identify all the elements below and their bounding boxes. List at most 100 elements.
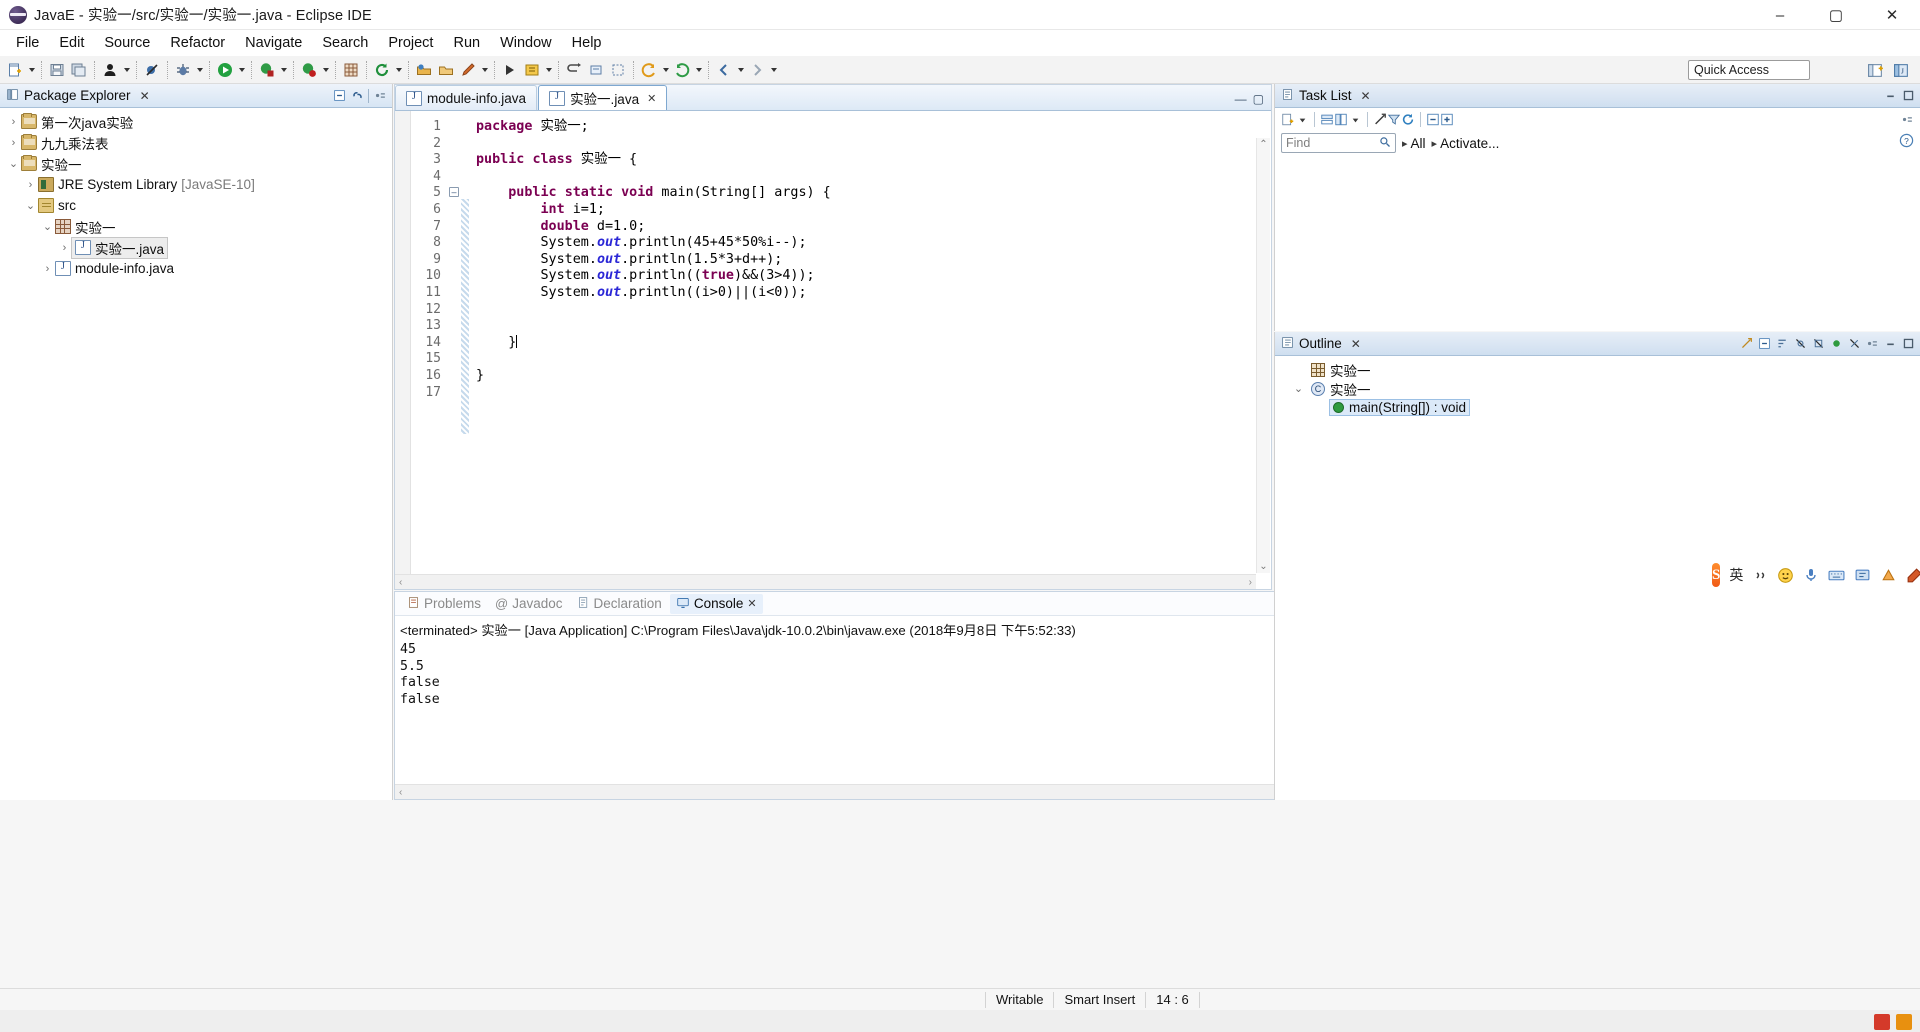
editor-folding-column[interactable]: –: [447, 111, 461, 589]
package-explorer-tree[interactable]: › 第一次java实验 › 九九乘法表 ⌄ 实验一 › JRE System Library[…: [0, 108, 392, 279]
debug-dropdown-icon[interactable]: [194, 59, 205, 81]
open-resource-button[interactable]: [435, 59, 457, 81]
run-external-tools-button[interactable]: [256, 59, 278, 81]
nav-back-button[interactable]: [713, 59, 735, 81]
minimize-icon[interactable]: [1883, 89, 1897, 103]
chevron-right-icon[interactable]: ›: [57, 242, 72, 254]
code-line[interactable]: public class 实验一 {: [476, 152, 1271, 169]
settings-icon[interactable]: [1906, 567, 1920, 584]
maximize-icon[interactable]: [1901, 337, 1915, 351]
smiley-icon[interactable]: [1777, 567, 1794, 584]
editor-scroll-down-icon[interactable]: ⌄: [1257, 561, 1270, 572]
refresh-dropdown-icon[interactable]: [393, 59, 404, 81]
collapse-all-icon[interactable]: [1757, 337, 1771, 351]
focus-icon[interactable]: [1373, 113, 1387, 127]
menu-item-help[interactable]: Help: [562, 32, 612, 54]
hide-nonpublic-icon[interactable]: [1829, 337, 1843, 351]
new-package-button[interactable]: [340, 59, 362, 81]
editor-annotation-ruler[interactable]: [395, 111, 411, 589]
chevron-down-icon[interactable]: ⌄: [40, 220, 55, 233]
new-task-icon[interactable]: [1281, 113, 1295, 127]
collapse-all-icon[interactable]: [1426, 113, 1440, 127]
save-all-button[interactable]: [68, 59, 90, 81]
console-tab-close-icon[interactable]: ✕: [747, 597, 756, 610]
maximize-button[interactable]: ▢: [1808, 0, 1864, 30]
presentation-dropdown-icon[interactable]: [1348, 113, 1362, 127]
focus-icon[interactable]: [1739, 337, 1753, 351]
expand-all-icon[interactable]: [1440, 113, 1454, 127]
tree-item[interactable]: ⌄ 实验一: [0, 216, 392, 237]
maximize-icon[interactable]: [1901, 89, 1915, 103]
forward-button[interactable]: [671, 59, 693, 81]
tree-item[interactable]: › module-info.java: [0, 258, 392, 279]
outline-close-icon[interactable]: ✕: [1351, 337, 1361, 351]
editor-tab[interactable]: module-info.java: [395, 85, 538, 110]
search-button[interactable]: [457, 59, 479, 81]
editor-scroll-right-icon[interactable]: ›: [1249, 577, 1252, 588]
console-tab-console[interactable]: Console ✕: [669, 593, 763, 614]
code-line[interactable]: }: [476, 368, 1271, 385]
code-line[interactable]: [476, 385, 1271, 402]
run-config-dropdown-icon[interactable]: [320, 59, 331, 81]
outline-item[interactable]: ⌄ 实验一: [1275, 379, 1920, 398]
chevron-right-icon[interactable]: ›: [6, 137, 21, 149]
editor-source-code[interactable]: package 实验一; public class 实验一 { public s…: [412, 111, 1271, 589]
link-with-editor-icon[interactable]: [350, 89, 364, 103]
outline-tree[interactable]: 实验一 ⌄ 实验一 main(String[]) : void: [1275, 356, 1920, 417]
fold-toggle-icon[interactable]: –: [449, 187, 459, 198]
java-perspective-button[interactable]: J: [1890, 59, 1912, 81]
activate-chip[interactable]: ▸ Activate...: [1432, 136, 1500, 151]
console-tab-declaration[interactable]: Declaration: [571, 594, 668, 614]
code-editor-area[interactable]: 1 2 3 4 5 6 7 8 9 10 11 12 13 14 15 16 17 – package 实验一;…: [395, 111, 1271, 589]
hide-static-icon[interactable]: [1811, 337, 1825, 351]
categorize-icon[interactable]: [1320, 113, 1334, 127]
back-dropdown-icon[interactable]: [660, 59, 671, 81]
comma-icon[interactable]: [1752, 567, 1768, 583]
previous-edit-button[interactable]: [563, 59, 585, 81]
person-dropdown-icon[interactable]: [121, 59, 132, 81]
code-line[interactable]: public static void main(String[] args) {: [476, 185, 1271, 202]
search-icon[interactable]: [1379, 136, 1391, 151]
menu-item-project[interactable]: Project: [378, 32, 443, 54]
menu-item-refactor[interactable]: Refactor: [160, 32, 235, 54]
forward-dropdown-icon[interactable]: [693, 59, 704, 81]
skip-breakpoints-button[interactable]: [141, 59, 163, 81]
close-button[interactable]: ✕: [1864, 0, 1920, 30]
collapse-all-icon[interactable]: [332, 89, 346, 103]
filter-icon[interactable]: [1387, 113, 1401, 127]
keyboard-icon[interactable]: [1828, 567, 1845, 584]
mark-occurrences-button[interactable]: [585, 59, 607, 81]
menu-item-file[interactable]: File: [6, 32, 49, 54]
menu-item-window[interactable]: Window: [490, 32, 562, 54]
ime-toolbar[interactable]: S 英: [1712, 560, 1920, 590]
menu-item-navigate[interactable]: Navigate: [235, 32, 312, 54]
person-button[interactable]: [99, 59, 121, 81]
refresh-button[interactable]: [371, 59, 393, 81]
editor-tab-close-icon[interactable]: ✕: [647, 92, 656, 105]
chevron-right-icon[interactable]: ›: [40, 263, 55, 275]
quick-access-input[interactable]: Quick Access: [1688, 60, 1810, 80]
debug-button[interactable]: [172, 59, 194, 81]
code-line[interactable]: package 实验一;: [476, 119, 1271, 136]
code-line[interactable]: System.out.println(1.5*3+d++);: [476, 252, 1271, 269]
tree-item[interactable]: › JRE System Library [JavaSE-10]: [0, 174, 392, 195]
find-input[interactable]: Find: [1281, 133, 1396, 153]
last-edit-location-button[interactable]: [499, 59, 521, 81]
run-dropdown-icon[interactable]: [236, 59, 247, 81]
code-line[interactable]: double d=1.0;: [476, 219, 1271, 236]
nav-forward-button[interactable]: [746, 59, 768, 81]
run-button[interactable]: [214, 59, 236, 81]
menu-item-source[interactable]: Source: [94, 32, 160, 54]
synchronize-icon[interactable]: [1401, 113, 1415, 127]
editor-vertical-scrollbar[interactable]: ⌃ ⌄: [1256, 138, 1270, 573]
mic-icon[interactable]: [1803, 567, 1819, 583]
tree-item[interactable]: › 实验一.java: [0, 236, 392, 259]
editor-scroll-up-icon[interactable]: ⌃: [1257, 138, 1270, 150]
code-line[interactable]: System.out.println(45+45*50%i--);: [476, 235, 1271, 252]
menu-item-search[interactable]: Search: [312, 32, 378, 54]
sort-icon[interactable]: [1775, 337, 1789, 351]
search-dropdown-icon[interactable]: [479, 59, 490, 81]
chevron-down-icon[interactable]: ⌄: [23, 199, 38, 212]
chevron-down-icon[interactable]: ⌄: [1291, 382, 1306, 395]
outline-item[interactable]: main(String[]) : void: [1275, 398, 1920, 417]
